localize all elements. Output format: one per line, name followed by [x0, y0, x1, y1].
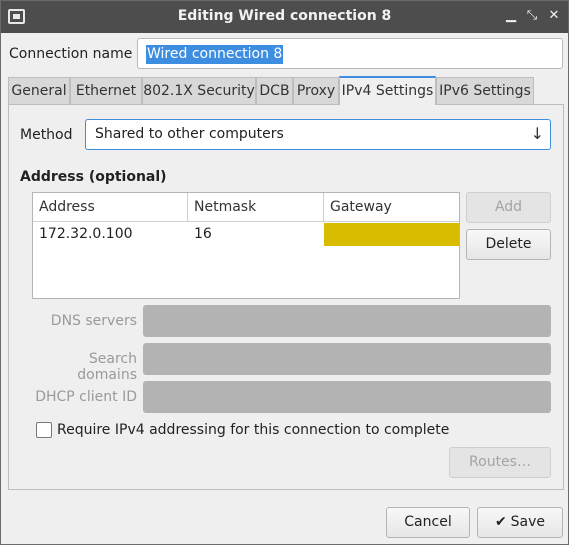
address-table[interactable]: Address Netmask Gateway 172.32.0.100 16	[32, 192, 460, 299]
dhcp-client-id-label: DHCP client ID	[35, 389, 137, 405]
arrow-down-icon: ↓	[530, 124, 544, 143]
tab-8021x-security[interactable]: 802.1X Security	[142, 77, 256, 104]
tab-proxy[interactable]: Proxy	[293, 77, 339, 104]
tab-ipv6-settings[interactable]: IPv6 Settings	[436, 77, 534, 104]
dialog-window: Editing Wired connection 8 ▁ ⤡ ✕ Connect…	[0, 0, 569, 545]
column-netmask[interactable]: Netmask	[188, 193, 324, 222]
add-button[interactable]: Add	[466, 192, 551, 223]
save-label: Save	[510, 514, 546, 530]
connection-name-label: Connection name	[9, 46, 133, 62]
title-bar: Editing Wired connection 8 ▁ ⤡ ✕	[1, 1, 568, 33]
cancel-button[interactable]: Cancel	[386, 507, 470, 538]
search-domains-label: Search domains	[77, 351, 137, 383]
window-title: Editing Wired connection 8	[177, 8, 392, 24]
method-dropdown[interactable]: Shared to other computers ↓	[85, 119, 551, 150]
table-header: Address Netmask Gateway	[33, 193, 459, 222]
routes-button[interactable]: Routes…	[449, 447, 551, 478]
tab-bar: General Ethernet 802.1X Security DCB Pro…	[8, 76, 563, 105]
tab-dcb[interactable]: DCB	[256, 77, 293, 104]
connection-name-value: Wired connection 8	[146, 45, 284, 64]
method-value: Shared to other computers	[95, 126, 284, 142]
cell-address[interactable]: 172.32.0.100	[33, 223, 188, 246]
checkmark-icon: ✔	[494, 514, 507, 530]
minimize-icon[interactable]: ▁	[502, 7, 520, 25]
connection-name-input[interactable]: Wired connection 8	[137, 38, 563, 69]
search-domains-input[interactable]	[143, 343, 551, 375]
tab-ethernet[interactable]: Ethernet	[70, 77, 142, 104]
dns-servers-input[interactable]	[143, 305, 551, 337]
save-button[interactable]: ✔ Save	[477, 507, 563, 538]
tab-general[interactable]: General	[8, 77, 70, 104]
delete-button[interactable]: Delete	[466, 229, 551, 260]
cell-gateway-editing[interactable]	[324, 223, 459, 246]
close-icon[interactable]: ✕	[545, 7, 563, 25]
require-ipv4-checkbox[interactable]	[36, 422, 52, 438]
column-address[interactable]: Address	[33, 193, 188, 222]
address-heading: Address (optional)	[20, 169, 167, 185]
tab-ipv4-settings[interactable]: IPv4 Settings	[339, 76, 436, 105]
dns-servers-label: DNS servers	[50, 313, 137, 329]
cell-netmask[interactable]: 16	[188, 223, 324, 246]
maximize-icon[interactable]: ⤡	[523, 7, 541, 25]
require-ipv4-label[interactable]: Require IPv4 addressing for this connect…	[57, 422, 449, 438]
method-label: Method	[20, 127, 73, 143]
column-gateway[interactable]: Gateway	[324, 193, 459, 222]
dhcp-client-id-input[interactable]	[143, 381, 551, 413]
